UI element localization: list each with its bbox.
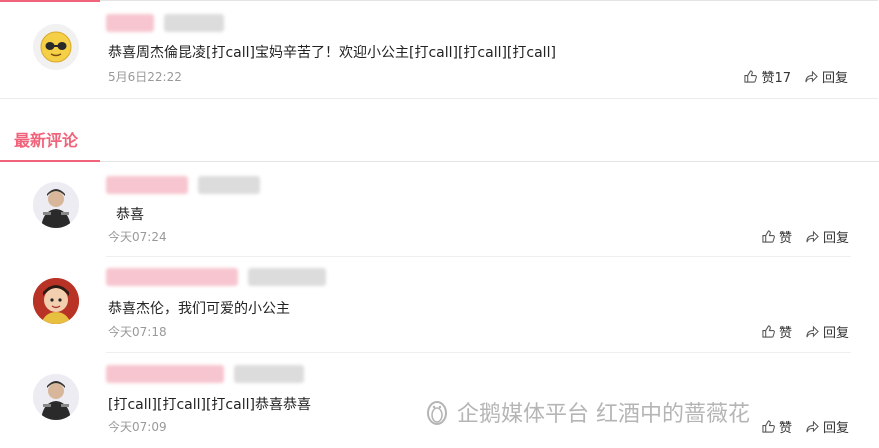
reply-button[interactable]: 回复 (805, 67, 848, 86)
top-gray-line (100, 0, 878, 1)
reply-label: 回复 (822, 421, 849, 436)
comment-time: 今天07:24 (108, 230, 167, 244)
comment-actions: 赞 回复 (762, 227, 849, 246)
like-label: 赞 (778, 421, 792, 436)
person-avatar-icon (33, 182, 79, 228)
share-arrow-icon (806, 420, 819, 433)
avatar[interactable] (33, 24, 79, 70)
thumbs-up-icon (762, 420, 775, 433)
comment-actions: 赞 回复 (762, 417, 849, 436)
comment-text: 恭喜杰伦，我们可爱的小公主 (108, 301, 290, 317)
share-arrow-icon (806, 325, 819, 338)
top-comment-block: 恭喜周杰倫昆凌[打call]宝妈辛苦了！欢迎小公主[打call][打call][… (0, 0, 878, 99)
comment-time: 今天07:09 (108, 420, 167, 434)
avatar[interactable] (33, 182, 79, 228)
cartoon-avatar-icon (33, 278, 79, 324)
blurred-username (106, 268, 326, 288)
like-label: 赞 (778, 231, 792, 246)
emoji-avatar-icon (40, 31, 72, 63)
watermark: 企鹅媒体平台 红酒中的蔷薇花 (425, 396, 750, 428)
section-rule (100, 161, 879, 162)
comment-time: 今天07:18 (108, 325, 167, 339)
like-button[interactable]: 赞17 (744, 67, 791, 86)
comment-text: [打call][打call][打call]恭喜恭喜 (108, 397, 311, 413)
comment-actions: 赞 回复 (762, 322, 849, 341)
reply-label: 回复 (821, 71, 848, 86)
comment-text: 恭喜 (116, 207, 144, 223)
top-accent-line (0, 0, 100, 2)
reply-label: 回复 (822, 326, 849, 341)
thumbs-up-icon (762, 325, 775, 338)
comment-actions: 赞17 回复 (744, 67, 848, 86)
like-button[interactable]: 赞 (762, 227, 792, 246)
section-underline (0, 160, 100, 162)
thumbs-up-icon (762, 230, 775, 243)
like-button[interactable]: 赞 (762, 322, 792, 341)
thumbs-up-icon (744, 70, 758, 83)
watermark-text: 企鹅媒体平台 红酒中的蔷薇花 (457, 402, 750, 427)
comment-text: 恭喜周杰倫昆凌[打call]宝妈辛苦了！欢迎小公主[打call][打call][… (108, 45, 556, 61)
share-arrow-icon (806, 230, 819, 243)
reply-label: 回复 (822, 231, 849, 246)
like-label: 赞 (778, 326, 792, 341)
like-button[interactable]: 赞 (762, 417, 792, 436)
share-arrow-icon (805, 70, 818, 83)
divider (106, 352, 851, 353)
like-label: 赞17 (761, 71, 791, 86)
divider (106, 256, 851, 257)
avatar[interactable] (33, 278, 79, 324)
reply-button[interactable]: 回复 (806, 417, 849, 436)
section-title: 最新评论 (14, 131, 79, 150)
blurred-username (106, 176, 260, 196)
reply-button[interactable]: 回复 (806, 322, 849, 341)
avatar[interactable] (33, 374, 79, 420)
reply-button[interactable]: 回复 (806, 227, 849, 246)
person-avatar-icon (33, 374, 79, 420)
comment-time: 5月6日22:22 (108, 70, 182, 84)
blurred-username (106, 14, 224, 34)
penguin-icon (427, 401, 447, 425)
blurred-username (106, 365, 304, 385)
